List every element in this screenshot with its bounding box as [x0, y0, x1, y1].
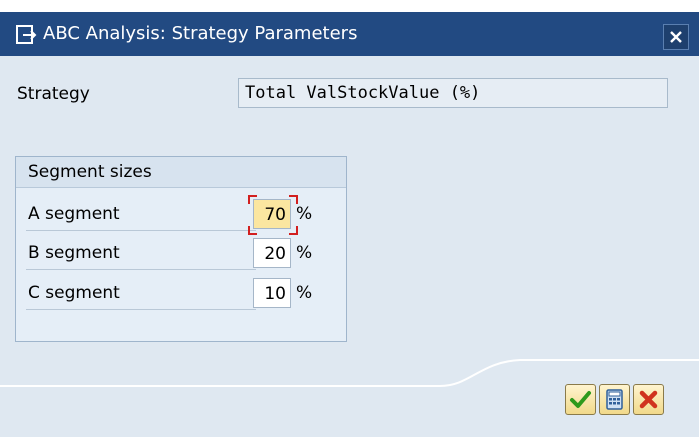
close-button[interactable]	[663, 24, 689, 50]
ok-button[interactable]	[565, 384, 596, 415]
segment-row-a: A segment 70 %	[16, 195, 346, 235]
percent-unit: %	[296, 283, 313, 303]
dialog-window: ABC Analysis: Strategy Parameters Strate…	[0, 0, 699, 437]
group-title-bar: Segment sizes	[16, 157, 346, 188]
segment-label: B segment	[28, 243, 120, 263]
segment-sizes-group: Segment sizes A segment 70 % B segment 2…	[15, 156, 347, 342]
window-title: ABC Analysis: Strategy Parameters	[43, 23, 358, 44]
focus-marker	[248, 226, 257, 235]
dialog-body: Strategy Total ValStockValue (%) Segment…	[0, 56, 699, 437]
percent-unit: %	[296, 204, 313, 224]
focus-marker	[248, 195, 257, 204]
b-segment-input[interactable]: 20	[253, 238, 291, 268]
row-divider	[26, 309, 256, 310]
segment-row-b: B segment 20 %	[16, 236, 346, 270]
strategy-label: Strategy	[17, 84, 90, 104]
row-divider	[26, 269, 256, 270]
cancel-button[interactable]	[633, 384, 664, 415]
segment-label: C segment	[28, 283, 120, 303]
title-bar: ABC Analysis: Strategy Parameters	[0, 12, 699, 56]
checkmark-icon	[570, 391, 591, 408]
row-divider	[26, 230, 256, 231]
focus-marker	[289, 226, 298, 235]
group-title: Segment sizes	[28, 162, 152, 182]
dialog-icon	[16, 25, 37, 44]
focus-marker	[289, 195, 298, 204]
cancel-icon	[639, 390, 658, 409]
segment-label: A segment	[28, 204, 120, 224]
c-segment-input[interactable]: 10	[253, 278, 291, 308]
segment-row-c: C segment 10 %	[16, 276, 346, 310]
top-strip	[0, 0, 699, 12]
close-icon	[670, 31, 682, 43]
strategy-field[interactable]: Total ValStockValue (%)	[238, 78, 668, 108]
a-segment-input[interactable]: 70	[253, 199, 291, 229]
calculate-button[interactable]	[599, 384, 630, 415]
calculator-icon	[606, 389, 623, 410]
percent-unit: %	[296, 243, 313, 263]
